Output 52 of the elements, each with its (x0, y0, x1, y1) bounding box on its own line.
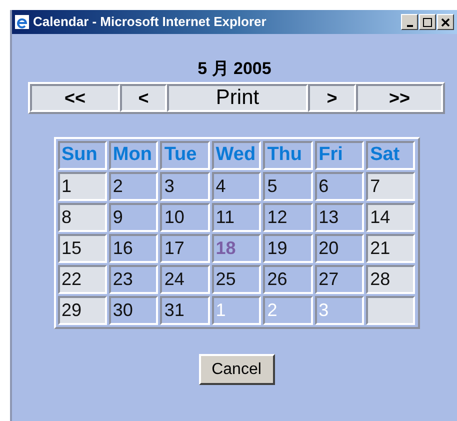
weekday-header: Sun (58, 141, 107, 170)
day-cell[interactable]: 29 (58, 296, 107, 325)
month-heading: 5 月 2005 (198, 58, 272, 80)
close-icon (441, 18, 450, 26)
day-cell[interactable]: 15 (58, 234, 107, 263)
day-cell[interactable]: 10 (160, 203, 210, 232)
day-cell[interactable]: 27 (314, 265, 364, 294)
day-cell[interactable]: 8 (58, 203, 107, 232)
nav-button[interactable]: << (30, 84, 120, 112)
day-cell[interactable]: 23 (108, 265, 158, 294)
day-cell[interactable]: 17 (160, 234, 210, 263)
weekday-header: Tue (160, 141, 210, 170)
day-cell[interactable]: 16 (108, 234, 158, 263)
day-cell[interactable]: 4 (212, 172, 262, 201)
day-cell[interactable]: 19 (263, 234, 313, 263)
day-cell[interactable]: 3 (160, 172, 210, 201)
day-cell[interactable]: 25 (212, 265, 262, 294)
day-cell[interactable]: 7 (366, 172, 416, 201)
weekday-header: Fri (314, 141, 364, 170)
day-cell[interactable]: 22 (58, 265, 107, 294)
day-cell[interactable]: 24 (160, 265, 210, 294)
window-title: Calendar - Microsoft Internet Explorer (33, 13, 266, 32)
day-cell[interactable]: 5 (263, 172, 313, 201)
weekday-header: Thu (263, 141, 313, 170)
maximize-icon (423, 18, 432, 26)
weekday-header: Sat (366, 141, 416, 170)
close-button[interactable] (437, 14, 454, 30)
day-cell[interactable]: 2 (108, 172, 158, 201)
nav-button[interactable]: > (308, 84, 356, 112)
day-cell[interactable]: 1 (58, 172, 107, 201)
browser-logo-icon (14, 14, 30, 30)
minimize-button[interactable] (401, 14, 418, 30)
cancel-button[interactable]: Cancel (198, 354, 274, 385)
day-cell[interactable]: 26 (263, 265, 313, 294)
day-cell[interactable]: 11 (212, 203, 262, 232)
day-cell[interactable]: 28 (366, 265, 416, 294)
day-cell[interactable]: 31 (160, 296, 210, 325)
day-cell[interactable]: 13 (314, 203, 364, 232)
day-cell[interactable]: 21 (366, 234, 416, 263)
minimize-icon (406, 25, 412, 27)
day-cell[interactable]: 9 (108, 203, 158, 232)
nav-button[interactable]: >> (356, 84, 443, 112)
day-cell[interactable]: 20 (314, 234, 364, 263)
weekday-header: Mon (108, 141, 158, 170)
day-cell[interactable]: 30 (108, 296, 158, 325)
nav-button[interactable]: < (120, 84, 167, 112)
day-cell[interactable]: 12 (263, 203, 313, 232)
day-cell[interactable]: 6 (314, 172, 364, 201)
day-cell[interactable]: 14 (366, 203, 416, 232)
print-button[interactable]: Print (167, 84, 308, 112)
maximize-button[interactable] (419, 14, 436, 30)
weekday-header: Wed (212, 141, 262, 170)
